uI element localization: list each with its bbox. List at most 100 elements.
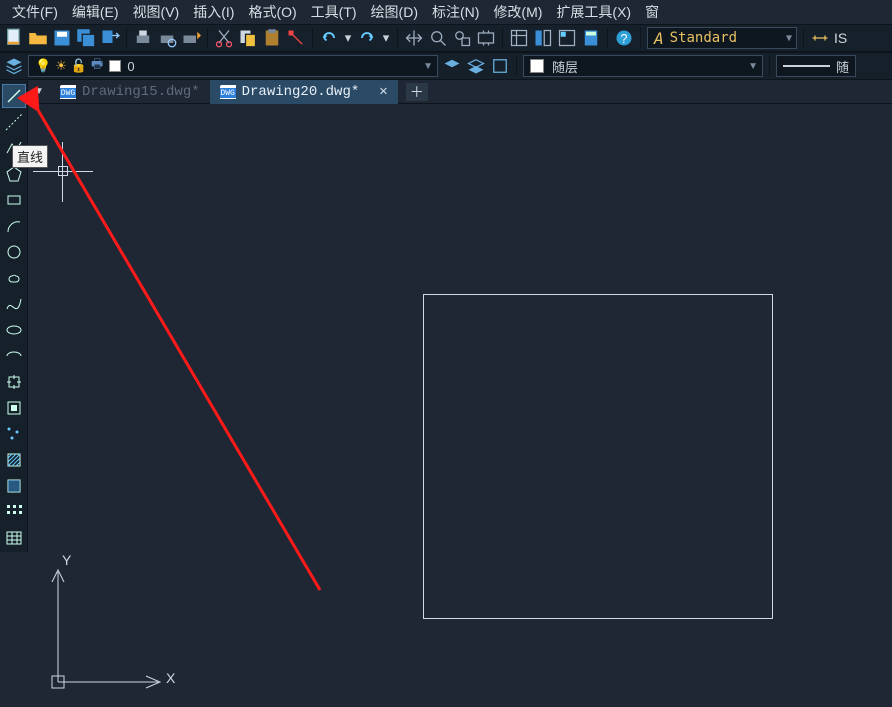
color-combo[interactable]: 随层 ▼ [523, 55, 763, 77]
document-tab-label: Drawing20.dwg* [242, 84, 360, 100]
separator [516, 56, 517, 76]
dwg-file-icon: DWG [60, 85, 76, 99]
new-tab-button[interactable]: ＋ [406, 83, 428, 101]
document-tab-inactive[interactable]: DWG Drawing15.dwg* [50, 80, 210, 104]
menu-tools[interactable]: 工具(T) [305, 0, 363, 24]
menu-edit[interactable]: 编辑(E) [66, 0, 125, 24]
ucs-y-label: Y [62, 552, 71, 568]
layer-iso-icon[interactable] [490, 56, 510, 76]
menu-paint[interactable]: 绘图(D) [365, 0, 424, 24]
hatch-tool[interactable] [2, 448, 26, 472]
svg-text:?: ? [621, 32, 628, 46]
color-swatch [530, 59, 544, 73]
zoom-extents-icon[interactable] [476, 28, 496, 48]
line-tool[interactable] [2, 84, 26, 108]
document-tab-active[interactable]: DWG Drawing20.dwg* ✕ [210, 80, 398, 104]
menu-file[interactable]: 文件(F) [6, 0, 64, 24]
publish-icon[interactable] [181, 28, 201, 48]
linetype-sample [783, 65, 830, 67]
redo-dropdown-icon[interactable]: ▾ [381, 28, 391, 48]
separator [502, 28, 503, 48]
undo-icon[interactable] [319, 28, 339, 48]
separator [769, 56, 770, 76]
separator [607, 28, 608, 48]
pan-icon[interactable] [404, 28, 424, 48]
gradient-tool[interactable] [2, 474, 26, 498]
drawing-canvas[interactable]: Y X [28, 104, 892, 707]
construction-line-tool[interactable] [2, 110, 26, 134]
linetype-value: 随 [836, 57, 849, 76]
separator [803, 28, 804, 48]
circle-tool[interactable] [2, 240, 26, 264]
close-tab-icon[interactable]: ✕ [379, 83, 387, 100]
make-block-tool[interactable] [2, 396, 26, 420]
print-icon[interactable] [133, 28, 153, 48]
menu-modify[interactable]: 修改(M) [487, 0, 548, 24]
print-layer-icon: 🖶 [91, 55, 103, 77]
cut-icon[interactable] [214, 28, 234, 48]
redo-icon[interactable] [357, 28, 377, 48]
separator [126, 28, 127, 48]
help-icon[interactable]: ? [614, 28, 634, 48]
spline-tool[interactable] [2, 292, 26, 316]
layer-combo[interactable]: 💡 ☀ 🔓 🖶 0 ▼ [28, 55, 438, 77]
dwg-file-icon: DWG [220, 85, 236, 99]
separator [207, 28, 208, 48]
ellipse-arc-tool[interactable] [2, 344, 26, 368]
text-style-A-icon: A [654, 29, 664, 48]
chevron-down-icon: ▼ [748, 61, 758, 72]
menu-insert[interactable]: 插入(I) [187, 0, 240, 24]
match-icon[interactable] [286, 28, 306, 48]
toolbar-layers: 💡 ☀ 🔓 🖶 0 ▼ 随层 ▼ 随 [0, 52, 892, 80]
arc-tool[interactable] [2, 214, 26, 238]
undo-dropdown-icon[interactable]: ▾ [343, 28, 353, 48]
calculator-icon[interactable] [581, 28, 601, 48]
layer-color-swatch [109, 60, 121, 72]
sun-icon: ☀ [55, 58, 67, 74]
chevron-down-icon: ▼ [423, 61, 433, 72]
copy-icon[interactable] [238, 28, 258, 48]
layer-manager-icon[interactable] [4, 56, 24, 76]
linetype-combo[interactable]: 随 [776, 55, 856, 77]
layer-state-icon[interactable] [466, 56, 486, 76]
print-preview-icon[interactable] [157, 28, 177, 48]
save-all-icon[interactable] [76, 28, 96, 48]
zoom-window-icon[interactable] [452, 28, 472, 48]
menu-ext-tools[interactable]: 扩展工具(X) [550, 0, 637, 24]
ellipse-tool[interactable] [2, 318, 26, 342]
line-tool-tooltip: 直线 [12, 145, 48, 168]
region-tool[interactable] [2, 500, 26, 524]
separator [397, 28, 398, 48]
menu-view[interactable]: 视图(V) [127, 0, 186, 24]
chevron-down-icon: ▼ [786, 33, 792, 44]
open-folder-icon[interactable] [28, 28, 48, 48]
layer-previous-icon[interactable] [442, 56, 462, 76]
menu-format[interactable]: 格式(O) [242, 0, 302, 24]
export-icon[interactable] [100, 28, 120, 48]
menu-dimension[interactable]: 标注(N) [426, 0, 485, 24]
revcloud-tool[interactable] [2, 266, 26, 290]
document-tab-label: Drawing15.dwg* [82, 84, 200, 100]
zoom-icon[interactable] [428, 28, 448, 48]
table-tool[interactable] [2, 526, 26, 550]
paste-icon[interactable] [262, 28, 282, 48]
menu-window[interactable]: 窗 [639, 0, 665, 24]
layer-name: 0 [127, 59, 134, 74]
point-tool[interactable] [2, 422, 26, 446]
insert-block-tool[interactable] [2, 370, 26, 394]
rectangle-tool[interactable] [2, 188, 26, 212]
separator [312, 28, 313, 48]
properties-icon[interactable] [509, 28, 529, 48]
text-style-combo[interactable]: A Standard ▼ [647, 27, 797, 49]
lightbulb-icon: 💡 [35, 58, 51, 74]
crosshair-pickbox [58, 166, 68, 176]
new-file-icon[interactable] [4, 28, 24, 48]
save-icon[interactable] [52, 28, 72, 48]
tool-palettes-icon[interactable] [557, 28, 577, 48]
separator [640, 28, 641, 48]
design-center-icon[interactable] [533, 28, 553, 48]
toolbar-standard: ▾ ▾ ? A Standard ▼ IS [0, 24, 892, 52]
dim-style-icon[interactable] [810, 28, 830, 48]
text-style-value: Standard [670, 30, 737, 46]
tab-list-dropdown[interactable]: ▼ [28, 81, 50, 103]
